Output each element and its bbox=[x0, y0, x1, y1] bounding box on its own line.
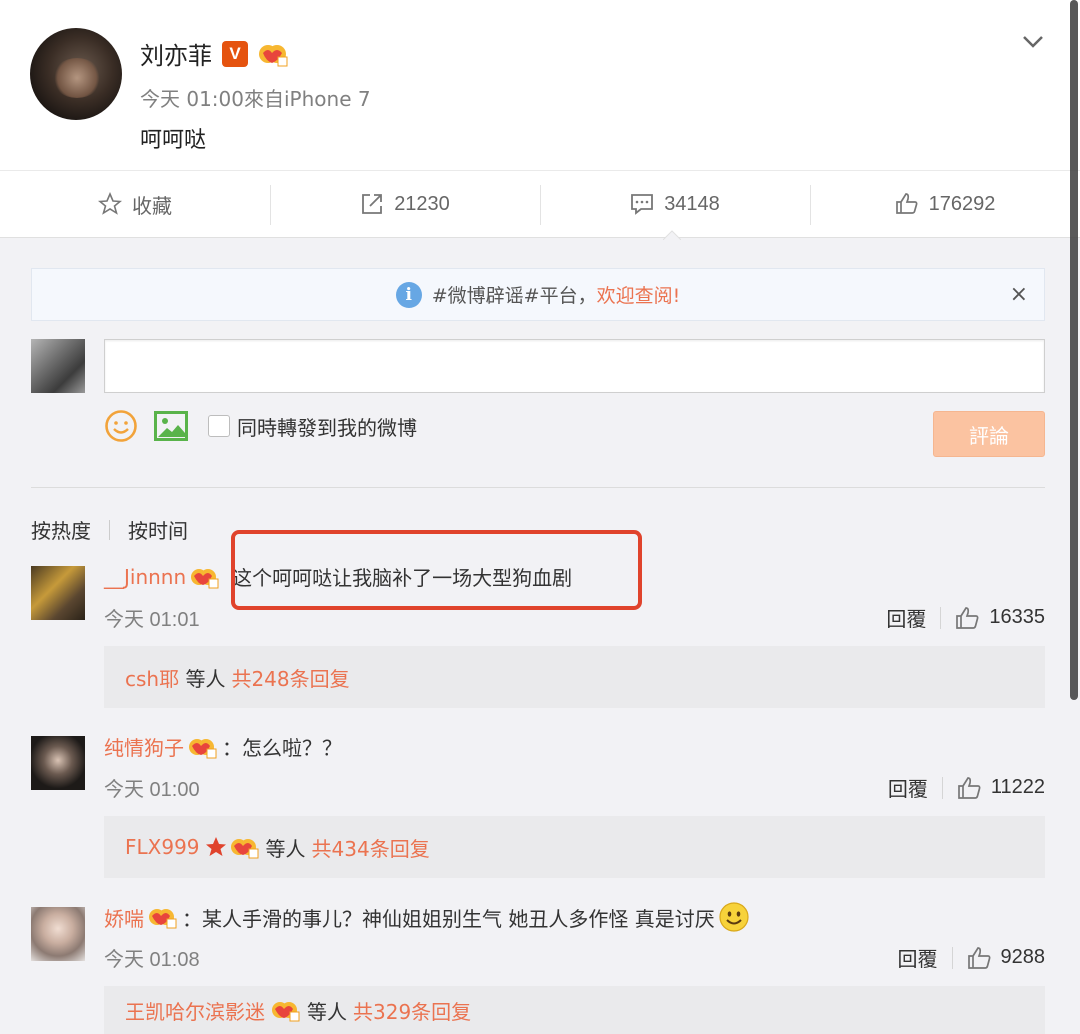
vip-crown-icon[interactable] bbox=[148, 905, 178, 929]
current-user-avatar bbox=[31, 339, 85, 393]
comment-text: ：某人手滑的事儿？神仙姐姐别生气 她丑人多作怪 真是讨厌 bbox=[182, 906, 715, 931]
chevron-down-icon[interactable] bbox=[1022, 30, 1044, 52]
reply-button[interactable]: 回覆 bbox=[886, 603, 926, 632]
commenter-avatar[interactable] bbox=[31, 736, 85, 790]
reply-user[interactable]: FLX999 bbox=[125, 835, 200, 859]
favorite-button[interactable]: 收藏 bbox=[0, 171, 270, 237]
vip-crown-icon[interactable] bbox=[190, 565, 220, 589]
star-icon bbox=[205, 837, 226, 856]
post-card: 刘亦菲 V 今天 01:00來自iPhone 7 呵呵哒 bbox=[0, 0, 1080, 170]
comment-replies-summary[interactable]: FLX999 等人 共434条回复 bbox=[104, 816, 1045, 878]
smiley-emoji-icon bbox=[719, 902, 749, 932]
repost-button[interactable]: 21230 bbox=[270, 171, 540, 237]
post-time-source: 今天 01:00來自iPhone 7 bbox=[140, 87, 371, 111]
section-divider bbox=[31, 487, 1045, 488]
tab-sort-hot[interactable]: 按热度 bbox=[31, 515, 91, 544]
repost-count: 21230 bbox=[394, 192, 450, 215]
image-icon[interactable] bbox=[154, 411, 188, 441]
comment-head: 纯情狗子 ：怎么啦？？ bbox=[104, 732, 342, 761]
vip-crown-icon[interactable] bbox=[271, 998, 301, 1022]
post-text: 呵呵哒 bbox=[140, 128, 207, 153]
reply-button[interactable]: 回覆 bbox=[888, 773, 928, 802]
share-icon bbox=[362, 194, 383, 214]
like-count: 176292 bbox=[928, 192, 996, 215]
comment-head: 娇喘 ：某人手滑的事儿？神仙姐姐别生气 她丑人多作怪 真是讨厌 bbox=[104, 902, 749, 932]
vip-crown-icon[interactable] bbox=[258, 41, 288, 67]
author-line: 刘亦菲 V bbox=[140, 36, 288, 71]
reply-mid-text: 等人 bbox=[265, 836, 306, 861]
commenter-avatar[interactable] bbox=[31, 566, 85, 620]
comment-like-count: 9288 bbox=[1000, 946, 1046, 968]
reply-count[interactable]: 共434条回复 bbox=[312, 833, 430, 862]
highlight-annotation-box bbox=[231, 530, 642, 610]
active-tab-caret bbox=[663, 230, 681, 240]
comment-replies-summary[interactable]: csh耶 等人 共248条回复 bbox=[104, 646, 1045, 708]
comment-actions: 回覆 16335 bbox=[886, 603, 1045, 632]
vip-crown-icon[interactable] bbox=[188, 735, 218, 759]
reply-mid-text: 等人 bbox=[307, 999, 347, 1024]
commenter-avatar[interactable] bbox=[31, 907, 85, 961]
thumbs-up-icon[interactable] bbox=[955, 606, 981, 630]
repost-checkbox[interactable] bbox=[208, 415, 230, 437]
comment-time: 今天 01:08 bbox=[104, 949, 200, 971]
comment-icon bbox=[631, 194, 654, 215]
comment-like-count: 16335 bbox=[989, 606, 1045, 628]
comment-actions: 回覆 11222 bbox=[888, 773, 1045, 802]
reply-button[interactable]: 回覆 bbox=[898, 943, 938, 972]
thumbs-up-icon[interactable] bbox=[957, 776, 983, 800]
commenter-name[interactable]: __Jinnnn bbox=[104, 565, 186, 589]
action-separator bbox=[951, 946, 953, 969]
commenter-name[interactable]: 纯情狗子 bbox=[104, 732, 184, 761]
thumbs-up-icon bbox=[895, 193, 918, 214]
favorite-label: 收藏 bbox=[132, 193, 172, 218]
scrollbar[interactable] bbox=[1070, 0, 1078, 700]
thumbs-up-icon[interactable] bbox=[967, 946, 993, 970]
comment-time: 今天 01:00 bbox=[104, 779, 200, 801]
action-separator bbox=[940, 606, 942, 629]
close-icon[interactable]: × bbox=[1010, 282, 1028, 307]
star-icon bbox=[98, 192, 122, 215]
comment-actions: 回覆 9288 bbox=[898, 943, 1046, 972]
reply-user[interactable]: 王凯哈尔滨影迷 bbox=[125, 996, 265, 1025]
vip-crown-icon[interactable] bbox=[230, 835, 260, 859]
comment-input[interactable] bbox=[104, 339, 1045, 393]
notice-banner[interactable]: i #微博辟谣#平台， 欢迎查阅! × bbox=[31, 268, 1045, 321]
commenter-name[interactable]: 娇喘 bbox=[104, 903, 144, 932]
comment-like-count: 11222 bbox=[990, 776, 1045, 798]
verified-badge-icon[interactable]: V bbox=[222, 40, 248, 67]
comment-time: 今天 01:01 bbox=[104, 609, 200, 631]
author-name[interactable]: 刘亦菲 bbox=[140, 36, 212, 71]
post-action-bar: 收藏 21230 34148 176292 bbox=[0, 170, 1080, 238]
emoji-icon[interactable] bbox=[104, 409, 138, 443]
notice-text: #微博辟谣#平台， bbox=[431, 285, 597, 307]
sort-tabs: 按热度 按时间 bbox=[31, 515, 188, 544]
tab-sort-time[interactable]: 按时间 bbox=[128, 515, 188, 544]
comment-text: ：怎么啦？？ bbox=[222, 736, 342, 760]
comment-replies-summary[interactable]: 王凯哈尔滨影迷 等人 共329条回复 bbox=[104, 986, 1045, 1034]
reply-mid-text: 等人 bbox=[185, 666, 226, 691]
action-separator bbox=[941, 776, 943, 799]
submit-comment-button[interactable]: 評論 bbox=[933, 411, 1045, 457]
comment-button[interactable]: 34148 bbox=[540, 171, 810, 237]
like-button[interactable]: 176292 bbox=[810, 171, 1080, 237]
author-avatar[interactable] bbox=[30, 28, 122, 120]
sort-separator bbox=[109, 519, 110, 540]
comment-count: 34148 bbox=[664, 192, 720, 215]
info-icon: i bbox=[395, 281, 422, 308]
reply-count[interactable]: 共329条回复 bbox=[353, 996, 471, 1025]
repost-checkbox-label: 同時轉發到我的微博 bbox=[237, 416, 417, 440]
notice-link[interactable]: 欢迎查阅! bbox=[597, 281, 681, 308]
reply-count[interactable]: 共248条回复 bbox=[231, 663, 349, 692]
reply-user[interactable]: csh耶 bbox=[125, 663, 179, 692]
